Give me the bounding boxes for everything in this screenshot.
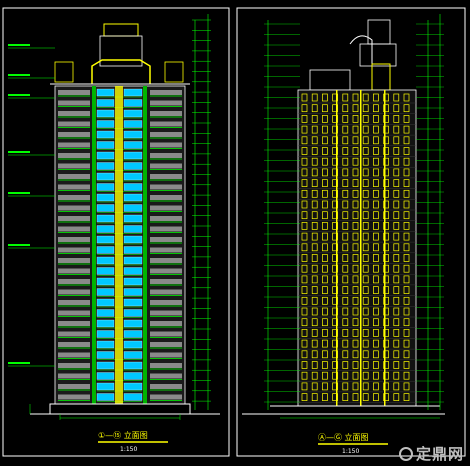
watermark-text: 定鼎网	[415, 445, 464, 463]
cad-drawing-canvas	[2, 7, 466, 457]
left-elevation-building	[30, 23, 220, 415]
left-elevation-scale: 1:150	[120, 446, 138, 453]
watermark-logo-icon	[398, 447, 413, 461]
right-elevation-building	[242, 19, 445, 415]
right-elevation-title: Ⓐ—Ⓖ 立面图	[318, 433, 369, 442]
left-elevation-title: ①—⑮ 立面图	[98, 431, 148, 440]
watermark: 定鼎网	[398, 443, 464, 464]
right-elevation-scale: 1:150	[342, 448, 360, 455]
